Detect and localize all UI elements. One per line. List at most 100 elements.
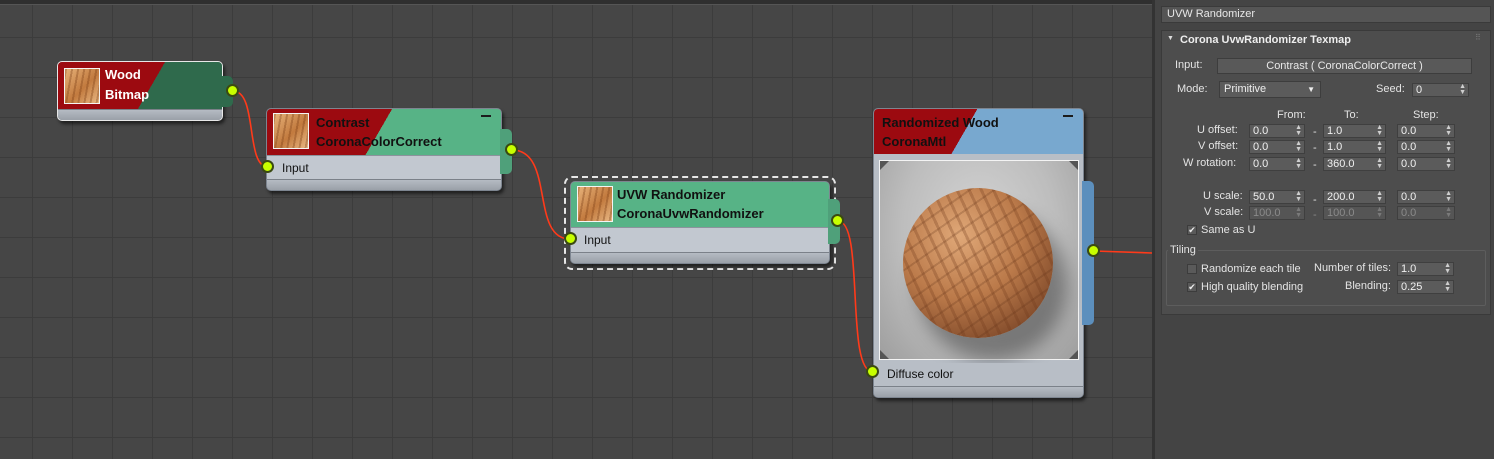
spinner-arrows-icon[interactable]: ▲ ▼ bbox=[1445, 157, 1452, 170]
chevron-down-icon: ▼ bbox=[1307, 85, 1315, 94]
number-of-tiles-spinner[interactable]: 1.0 ▲ ▼ bbox=[1397, 262, 1454, 276]
corner-marker bbox=[1069, 161, 1078, 170]
high-quality-blending-checkbox[interactable]: ✔ bbox=[1187, 282, 1197, 292]
value: 0.25 bbox=[1401, 281, 1423, 293]
spinner-arrows-icon[interactable]: ▲ ▼ bbox=[1444, 262, 1451, 275]
value: 0.0 bbox=[1401, 141, 1417, 153]
u-scale-step[interactable]: 0.0 ▲ ▼ bbox=[1397, 190, 1455, 204]
input-socket[interactable] bbox=[564, 232, 577, 245]
seed-spinner[interactable]: 0 ▲ ▼ bbox=[1412, 83, 1469, 97]
wire-material-out[interactable] bbox=[1093, 250, 1152, 254]
node-footer bbox=[874, 386, 1083, 397]
panel-title: UVW Randomizer bbox=[1161, 6, 1491, 23]
spinner-arrows-icon[interactable]: ▲ ▼ bbox=[1376, 157, 1383, 170]
w-rotation-from[interactable]: 0.0 ▲ ▼ bbox=[1249, 157, 1305, 171]
blending-spinner[interactable]: 0.25 ▲ ▼ bbox=[1397, 280, 1454, 294]
tiling-group bbox=[1166, 250, 1486, 306]
high-quality-blending-label: High quality blending bbox=[1201, 281, 1304, 293]
u-offset-label: U offset: bbox=[1197, 124, 1238, 136]
v-offset-step[interactable]: 0.0 ▲ ▼ bbox=[1397, 140, 1455, 154]
output-socket[interactable] bbox=[505, 143, 518, 156]
input-row: Input bbox=[571, 227, 829, 252]
collapse-icon[interactable] bbox=[1063, 115, 1073, 117]
value: 50.0 bbox=[1253, 191, 1275, 203]
randomize-each-tile-checkbox[interactable] bbox=[1187, 264, 1197, 274]
mode-dropdown[interactable]: Primitive ▼ bbox=[1219, 81, 1321, 98]
node-title: Contrast bbox=[316, 115, 370, 130]
input-socket[interactable] bbox=[261, 160, 274, 173]
node-wood-bitmap[interactable]: Wood Bitmap bbox=[57, 61, 223, 121]
rollout-header[interactable]: ▼ Corona UvwRandomizer Texmap ⠿ bbox=[1162, 31, 1490, 51]
column-header-from: From: bbox=[1277, 109, 1306, 121]
u-offset-to[interactable]: 1.0 ▲ ▼ bbox=[1323, 124, 1386, 138]
range-dash: - bbox=[1313, 126, 1317, 138]
spinner-arrows-icon: ▲ ▼ bbox=[1376, 206, 1383, 219]
v-offset-to[interactable]: 1.0 ▲ ▼ bbox=[1323, 140, 1386, 154]
node-header: Randomized Wood CoronaMtl bbox=[874, 109, 1083, 154]
node-subtitle: CoronaColorCorrect bbox=[316, 134, 442, 149]
w-rotation-step[interactable]: 0.0 ▲ ▼ bbox=[1397, 157, 1455, 171]
wire-uvw-to-material[interactable] bbox=[837, 220, 874, 373]
corner-marker bbox=[1069, 350, 1078, 359]
value: 0.0 bbox=[1401, 191, 1417, 203]
value: 200.0 bbox=[1327, 191, 1355, 203]
node-contrast[interactable]: Contrast CoronaColorCorrect Input bbox=[266, 108, 502, 191]
u-offset-from[interactable]: 0.0 ▲ ▼ bbox=[1249, 124, 1305, 138]
number-of-tiles-label: Number of tiles: bbox=[1314, 262, 1392, 274]
column-header-to: To: bbox=[1344, 109, 1359, 121]
spinner-arrows-icon[interactable]: ▲ ▼ bbox=[1376, 140, 1383, 153]
spinner-arrows-icon[interactable]: ▲ ▼ bbox=[1295, 190, 1302, 203]
spinner-arrows-icon: ▲ ▼ bbox=[1445, 206, 1452, 219]
w-rotation-to[interactable]: 360.0 ▲ ▼ bbox=[1323, 157, 1386, 171]
value: 1.0 bbox=[1327, 125, 1343, 137]
w-rotation-label: W rotation: bbox=[1183, 157, 1237, 169]
wood-texture-thumbnail bbox=[577, 186, 613, 222]
output-socket[interactable] bbox=[226, 84, 239, 97]
node-header: UVW Randomizer CoronaUvwRandomizer bbox=[571, 182, 829, 227]
node-subtitle: Bitmap bbox=[105, 87, 150, 102]
wire-wood-to-contrast[interactable] bbox=[232, 90, 269, 168]
spinner-arrows-icon[interactable]: ▲ ▼ bbox=[1376, 124, 1383, 137]
v-offset-from[interactable]: 0.0 ▲ ▼ bbox=[1249, 140, 1305, 154]
corner-marker bbox=[880, 350, 889, 359]
input-row: Input bbox=[267, 155, 501, 179]
node-header: Wood Bitmap bbox=[58, 62, 222, 109]
output-socket[interactable] bbox=[1087, 244, 1100, 257]
spinner-arrows-icon[interactable]: ▲ ▼ bbox=[1459, 83, 1466, 96]
spinner-arrows-icon[interactable]: ▲ ▼ bbox=[1445, 190, 1452, 203]
wire-contrast-to-uvw[interactable] bbox=[511, 149, 571, 240]
input-socket[interactable] bbox=[866, 365, 879, 378]
wood-texture-thumbnail bbox=[273, 113, 309, 149]
spinner-arrows-icon[interactable]: ▲ ▼ bbox=[1295, 140, 1302, 153]
spinner-arrows-icon[interactable]: ▲ ▼ bbox=[1445, 140, 1452, 153]
range-dash: - bbox=[1313, 142, 1317, 154]
spinner-arrows-icon[interactable]: ▲ ▼ bbox=[1295, 157, 1302, 170]
same-as-u-checkbox[interactable]: ✔ bbox=[1187, 225, 1197, 235]
output-socket[interactable] bbox=[831, 214, 844, 227]
collapse-triangle-icon[interactable]: ▼ bbox=[1167, 35, 1174, 42]
rollout: ▼ Corona UvwRandomizer Texmap ⠿ Input: C… bbox=[1161, 30, 1491, 315]
spinner-arrows-icon[interactable]: ▲ ▼ bbox=[1444, 280, 1451, 293]
u-scale-label: U scale: bbox=[1203, 190, 1243, 202]
collapse-icon[interactable] bbox=[481, 115, 491, 117]
spinner-arrows-icon[interactable]: ▲ ▼ bbox=[1376, 190, 1383, 203]
node-title: Randomized Wood bbox=[882, 115, 999, 130]
u-scale-to[interactable]: 200.0 ▲ ▼ bbox=[1323, 190, 1386, 204]
u-scale-from[interactable]: 50.0 ▲ ▼ bbox=[1249, 190, 1305, 204]
spinner-arrows-icon[interactable]: ▲ ▼ bbox=[1295, 124, 1302, 137]
value: 0.0 bbox=[1401, 207, 1417, 219]
input-map-button[interactable]: Contrast ( CoronaColorCorrect ) bbox=[1217, 58, 1472, 74]
node-subtitle: CoronaUvwRandomizer bbox=[617, 206, 764, 221]
input-label: Diffuse color bbox=[887, 367, 954, 381]
node-footer bbox=[58, 109, 222, 120]
node-editor-canvas[interactable]: Wood Bitmap Contrast CoronaColorCorrect … bbox=[0, 0, 1152, 459]
node-randomized-wood[interactable]: Randomized Wood CoronaMtl Diffuse color bbox=[873, 108, 1084, 398]
spinner-arrows-icon: ▲ ▼ bbox=[1295, 206, 1302, 219]
value: 100.0 bbox=[1253, 207, 1281, 219]
drag-handle-icon[interactable]: ⠿ bbox=[1475, 33, 1481, 42]
node-uvw-randomizer[interactable]: UVW Randomizer CoronaUvwRandomizer Input bbox=[570, 181, 830, 264]
u-offset-step[interactable]: 0.0 ▲ ▼ bbox=[1397, 124, 1455, 138]
spinner-arrows-icon[interactable]: ▲ ▼ bbox=[1445, 124, 1452, 137]
range-dash: - bbox=[1313, 194, 1317, 206]
value: 0.0 bbox=[1253, 141, 1269, 153]
